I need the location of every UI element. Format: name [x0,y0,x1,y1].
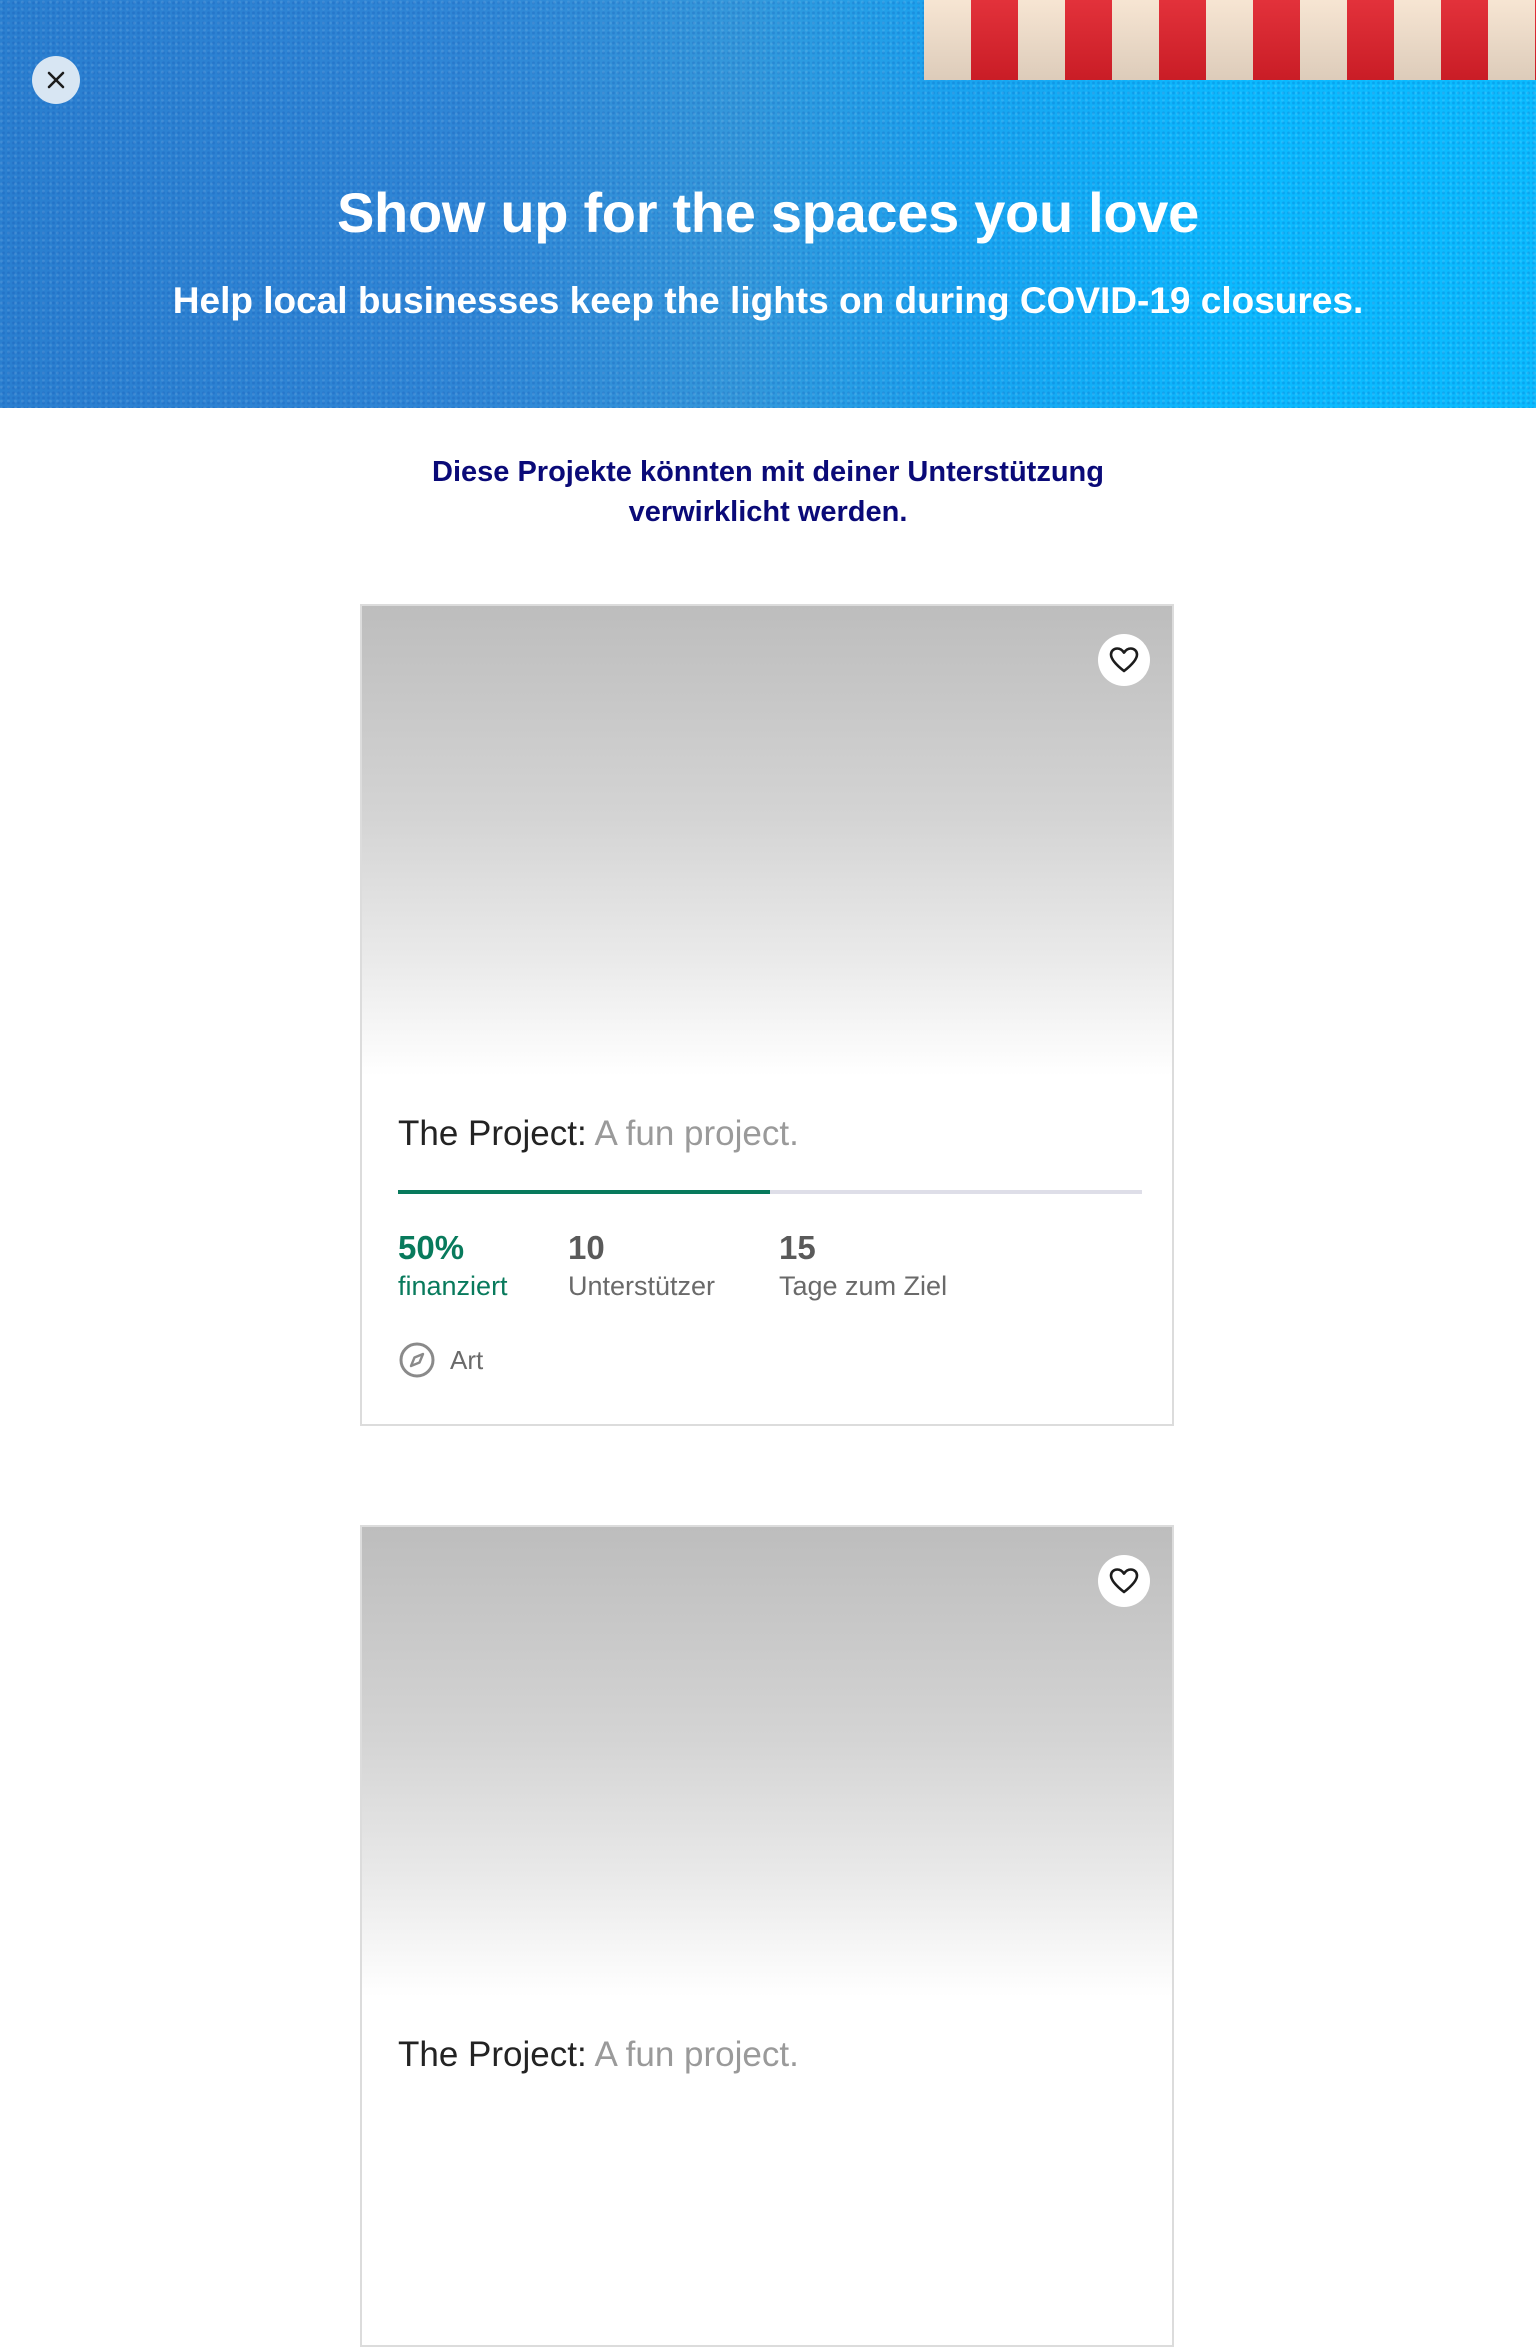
days-label: Tage zum Ziel [779,1271,948,1301]
favorite-button[interactable] [1098,634,1150,686]
close-icon [47,71,65,89]
funded-value: 50% [398,1229,465,1266]
project-blurb: A fun project. [586,1114,799,1153]
heart-icon [1109,647,1139,673]
project-title[interactable]: The Project: A fun project. [398,2031,799,2079]
funded-label: finanziert [398,1271,508,1301]
awning-illustration [924,0,1536,80]
intro-line-1: Diese Projekte könnten mit deiner Unters… [432,456,1104,488]
intro-line-2: verwirklicht werden. [628,496,908,528]
intro-text: Diese Projekte könnten mit deiner Unters… [368,452,1168,532]
banner-subtitle: Help local businesses keep the lights on… [172,280,1364,321]
project-image [362,1527,1172,1997]
banner-title: Show up for the spaces you love [337,181,1199,244]
stat-backers: 10 Unterstützer [568,1228,715,1304]
compass-icon [399,1342,435,1378]
close-button[interactable] [32,56,80,104]
project-image [362,606,1172,1076]
backers-label: Unterstützer [568,1271,716,1301]
backers-value: 10 [568,1229,605,1266]
days-value: 15 [779,1229,816,1266]
stat-days: 15 Tage zum Ziel [779,1228,947,1304]
heart-icon [1109,1568,1139,1594]
funding-progress-fill [398,1190,770,1194]
project-name: The Project: [398,2035,587,2074]
project-name: The Project: [398,1114,587,1153]
category-label: Art [450,1344,484,1375]
project-card[interactable]: The Project: A fun project. 50% finanzie… [360,604,1174,1426]
funding-progress-bar [398,1190,1142,1194]
project-card[interactable]: The Project: A fun project. [360,1525,1174,2347]
project-title[interactable]: The Project: A fun project. [398,1110,799,1158]
project-blurb: A fun project. [586,2035,799,2074]
favorite-button[interactable] [1098,1555,1150,1607]
project-category[interactable]: Art [398,1340,483,1380]
hero-banner: Show up for the spaces you love Help loc… [0,0,1536,408]
stat-funded: 50% finanziert [398,1228,508,1304]
